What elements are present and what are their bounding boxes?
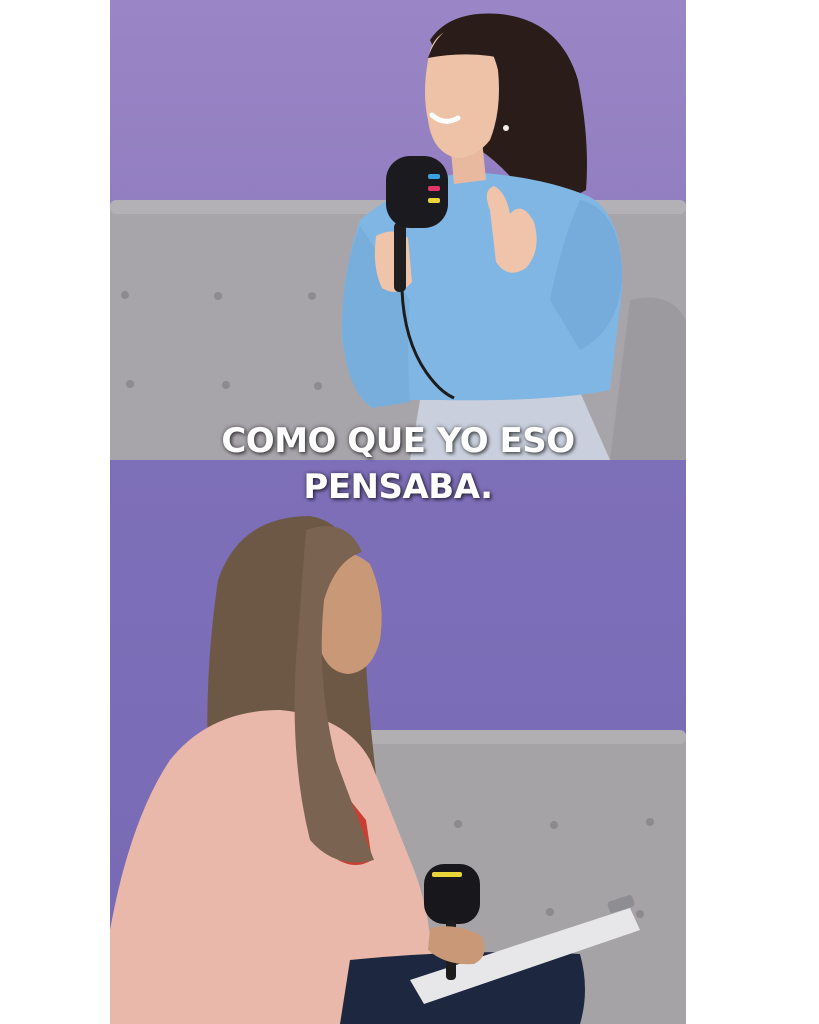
guest-scene <box>110 13 686 460</box>
top-panel-guest <box>110 0 686 460</box>
microphone-icon <box>386 156 448 228</box>
caption-line-2: PENSABA. <box>303 467 493 507</box>
mic-logo <box>428 174 440 203</box>
mic-handle <box>394 222 406 292</box>
caption-line-1: COMO QUE YO ESO <box>221 421 575 461</box>
interviewer-mic-logo <box>432 872 462 877</box>
subtitle-caption: COMO QUE YO ESO PENSABA. <box>110 418 686 510</box>
video-frame: COMO QUE YO ESO PENSABA. <box>110 0 686 1024</box>
interviewer-scene <box>110 516 686 1024</box>
guest-mic-hand <box>374 231 412 292</box>
bottom-panel-interviewer <box>110 460 686 1024</box>
guest-earring <box>503 125 509 131</box>
